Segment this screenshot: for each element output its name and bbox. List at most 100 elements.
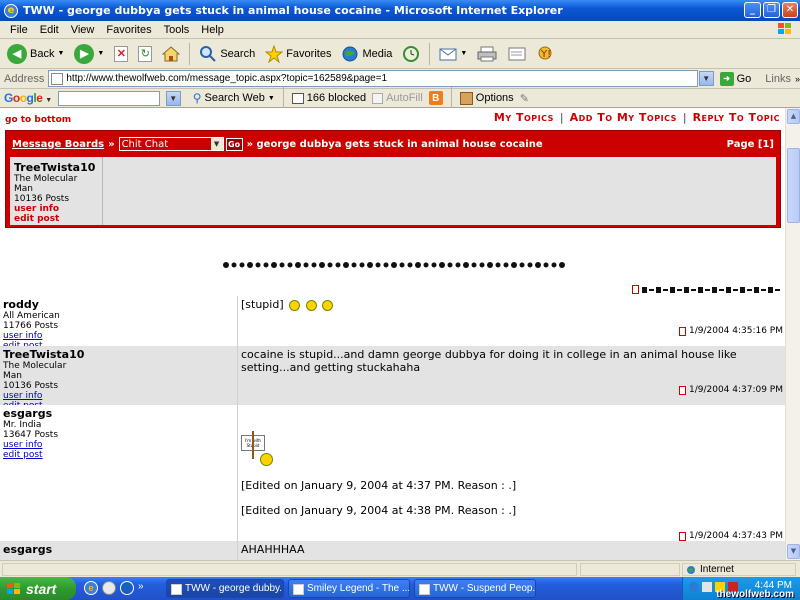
google-search-input[interactable] xyxy=(57,90,160,106)
ie-icon: e xyxy=(4,3,18,18)
go-to-bottom-link[interactable]: go to bottom xyxy=(5,115,71,125)
menu-edit[interactable]: Edit xyxy=(34,24,65,36)
status-message-area xyxy=(2,563,577,576)
taskbar-item-tww-suspend[interactable]: TWW - Suspend Peop... xyxy=(414,579,536,598)
edit-button[interactable] xyxy=(504,41,530,67)
close-button[interactable]: ✕ xyxy=(782,2,798,18)
autofill-button[interactable]: AutoFill xyxy=(372,92,423,104)
message-boards-link[interactable]: Message Boards xyxy=(12,139,104,150)
board-go-button[interactable]: Go xyxy=(225,137,243,151)
ie-icon[interactable]: e xyxy=(84,581,98,595)
smiley-legend-icon xyxy=(231,262,237,268)
back-button[interactable]: ◀ Back ▼ xyxy=(4,41,67,67)
smiley-legend-icon xyxy=(447,262,453,268)
document-icon[interactable] xyxy=(678,531,686,541)
google-search-dropdown[interactable]: ▼ xyxy=(165,90,181,106)
document-icon[interactable] xyxy=(678,385,686,395)
media-player-icon[interactable] xyxy=(120,581,134,595)
smiley-legend-icon xyxy=(535,262,541,268)
smiley-legend-icon xyxy=(271,262,277,268)
stupid-smiley-icon xyxy=(289,299,301,311)
smiley-legend-icon xyxy=(359,262,365,268)
start-button[interactable]: start xyxy=(0,577,76,600)
topic-title: » george dubbya gets stuck in animal hou… xyxy=(246,138,543,150)
title-bar[interactable]: e TWW - george dubbya gets stuck in anim… xyxy=(0,0,800,21)
post-username[interactable]: esgargs xyxy=(3,543,237,556)
network-icon[interactable] xyxy=(689,582,699,592)
op-edit-post-link[interactable]: edit post xyxy=(14,214,102,224)
board-select[interactable]: Chit Chat ▼ xyxy=(118,137,224,151)
edit-post-link[interactable]: edit post xyxy=(3,450,237,460)
post-username[interactable]: esgargs xyxy=(3,407,237,420)
op-post-count: 10136 Posts xyxy=(14,194,70,204)
user-info-link[interactable]: user info xyxy=(3,440,237,450)
show-desktop-icon[interactable] xyxy=(102,581,116,595)
menu-view[interactable]: View xyxy=(65,24,101,36)
google-logo[interactable]: Google ▼ xyxy=(4,91,52,105)
messenger-button[interactable]: Y! xyxy=(534,41,560,67)
forward-button[interactable]: ▶ ▼ xyxy=(71,41,107,67)
options-button[interactable]: Options xyxy=(459,91,514,105)
go-button[interactable]: ➜ Go xyxy=(719,71,751,86)
chevron-right-icon[interactable]: » xyxy=(138,581,144,595)
address-dropdown-button[interactable]: ▼ xyxy=(698,71,714,86)
popup-blocker-button[interactable]: 166 blocked xyxy=(291,92,366,104)
smiley-legend-icon xyxy=(239,262,245,268)
smiley-legend-icon xyxy=(495,262,501,268)
favorites-button[interactable]: Favorites xyxy=(262,41,334,67)
scroll-thumb[interactable] xyxy=(787,148,800,223)
print-button[interactable] xyxy=(474,41,500,67)
post-username[interactable]: roddy xyxy=(3,298,237,311)
smiley-legend-strip[interactable] xyxy=(222,259,567,268)
page-icon xyxy=(171,584,182,595)
home-button[interactable] xyxy=(159,41,183,67)
pencil-icon[interactable]: ✎ xyxy=(520,92,529,105)
status-pane xyxy=(580,563,680,576)
svg-text:Y!: Y! xyxy=(540,49,551,60)
op-user-info-link[interactable]: user info xyxy=(14,204,102,214)
page-indicator[interactable]: Page [1] xyxy=(727,139,774,150)
media-button[interactable]: Media xyxy=(338,41,395,67)
scroll-up-button[interactable]: ▲ xyxy=(787,109,800,124)
smiley-legend-icon xyxy=(487,262,493,268)
format-tool-icon xyxy=(649,288,654,291)
breadcrumb-arrow: » xyxy=(108,138,115,150)
user-info-link[interactable]: user info xyxy=(3,391,237,401)
taskbar-item-tww-topic[interactable]: TWW - george dubby... xyxy=(166,579,284,598)
search-web-button[interactable]: ⚲ Search Web ▼ xyxy=(193,91,275,105)
blogger-icon[interactable]: B xyxy=(428,91,443,105)
post-timestamp: 1/9/2004 4:35:16 PM xyxy=(678,326,783,336)
mail-button[interactable]: ▼ xyxy=(436,41,470,67)
maximize-button[interactable]: ❐ xyxy=(763,2,780,18)
menu-tools[interactable]: Tools xyxy=(158,24,196,36)
history-button[interactable] xyxy=(399,41,423,67)
status-bar: Internet xyxy=(0,560,800,577)
post-username[interactable]: TreeTwista10 xyxy=(3,348,237,361)
document-icon[interactable] xyxy=(678,326,686,336)
refresh-button[interactable]: ↻ xyxy=(135,41,155,67)
search-button[interactable]: Search xyxy=(196,41,258,67)
user-info-link[interactable]: user info xyxy=(3,331,237,341)
menu-help[interactable]: Help xyxy=(195,24,230,36)
op-username[interactable]: TreeTwista10 xyxy=(14,161,102,174)
page-icon xyxy=(51,72,64,85)
toolbar-separator xyxy=(450,87,452,109)
post: roddy All American 11766 Posts user info… xyxy=(0,296,785,351)
minimize-button[interactable]: _ xyxy=(744,2,761,18)
add-to-my-topics-link[interactable]: Add To My Topics xyxy=(570,111,677,124)
reply-to-topic-link[interactable]: Reply To Topic xyxy=(693,111,780,124)
address-input[interactable]: http://www.thewolfweb.com/message_topic.… xyxy=(48,70,698,87)
format-tool-icon xyxy=(705,288,710,291)
my-topics-link[interactable]: My Topics xyxy=(494,111,554,124)
menu-favorites[interactable]: Favorites xyxy=(100,24,157,36)
volume-icon[interactable] xyxy=(702,582,712,592)
format-tool-icon xyxy=(768,286,773,293)
taskbar-item-smiley-legend[interactable]: Smiley Legend - The ... xyxy=(288,579,410,598)
scroll-down-button[interactable]: ▼ xyxy=(787,544,800,559)
formatting-toolbar[interactable] xyxy=(632,285,784,294)
menu-file[interactable]: File xyxy=(4,24,34,36)
vertical-scrollbar[interactable]: ▲ ▼ xyxy=(785,108,800,560)
smiley-legend-icon xyxy=(431,262,437,268)
stop-button[interactable]: ✕ xyxy=(111,41,131,67)
links-label[interactable]: Links xyxy=(765,73,791,85)
